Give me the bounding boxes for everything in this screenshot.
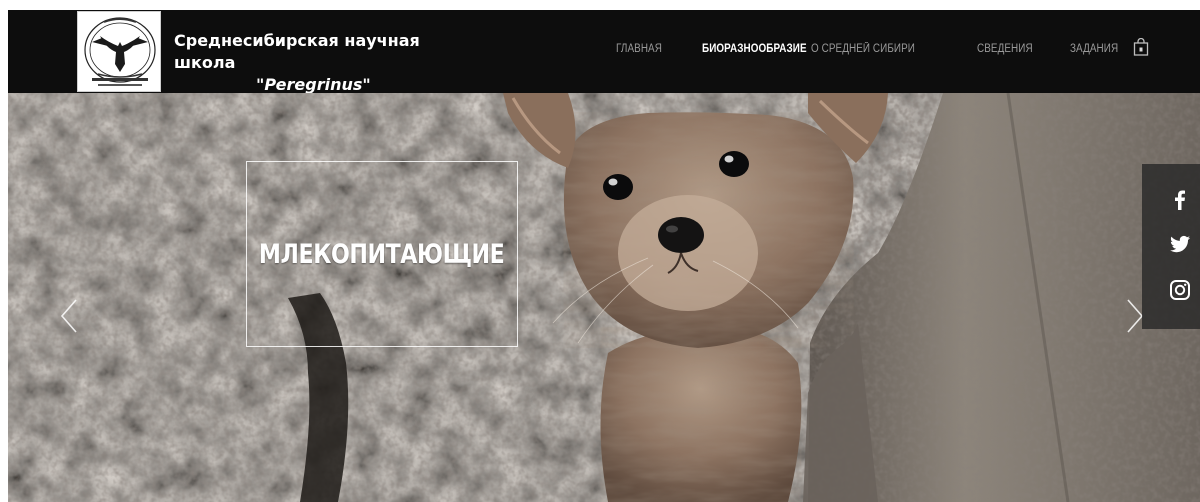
social-bar bbox=[1142, 164, 1200, 329]
page: Среднесибирская научная школа "Peregrinu… bbox=[0, 0, 1200, 502]
shopping-bag-icon bbox=[1133, 37, 1149, 56]
twitter-icon bbox=[1170, 235, 1190, 253]
hero-slideshow: МЛЕКОПИТАЮЩИЕ bbox=[8, 93, 1200, 502]
instagram-icon bbox=[1170, 280, 1190, 300]
hero-title: МЛЕКОПИТАЮЩИЕ bbox=[259, 238, 505, 270]
facebook-icon bbox=[1175, 190, 1185, 210]
nav-item-about-siberia[interactable]: О СРЕДНЕЙ СИБИРИ bbox=[811, 43, 915, 55]
facebook-link[interactable] bbox=[1168, 188, 1192, 212]
instagram-link[interactable] bbox=[1168, 278, 1192, 302]
site-title-line1: Среднесибирская научная школа bbox=[174, 31, 420, 72]
cart-button[interactable] bbox=[1133, 37, 1149, 56]
nav-item-info[interactable]: СВЕДЕНИЯ bbox=[977, 43, 1033, 55]
twitter-link[interactable] bbox=[1168, 232, 1192, 256]
site-header: Среднесибирская научная школа "Peregrinu… bbox=[8, 10, 1200, 96]
school-name: Peregrinus bbox=[264, 75, 363, 94]
nav-item-home[interactable]: ГЛАВНАЯ bbox=[616, 43, 662, 55]
site-logo[interactable] bbox=[77, 11, 161, 92]
hero-title-box: МЛЕКОПИТАЮЩИЕ bbox=[246, 161, 518, 347]
chevron-left-icon bbox=[60, 299, 77, 333]
hero-image bbox=[8, 93, 1200, 502]
quote-close: " bbox=[362, 75, 371, 94]
nav-item-tasks[interactable]: ЗАДАНИЯ bbox=[1070, 43, 1118, 55]
site-title[interactable]: Среднесибирская научная школа "Peregrinu… bbox=[174, 30, 474, 96]
slide-prev-button[interactable] bbox=[58, 298, 80, 334]
eagle-emblem-icon bbox=[78, 12, 160, 91]
top-strip bbox=[0, 0, 1200, 10]
nav-item-biodiversity[interactable]: БИОРАЗНООБРАЗИЕ bbox=[702, 43, 807, 55]
